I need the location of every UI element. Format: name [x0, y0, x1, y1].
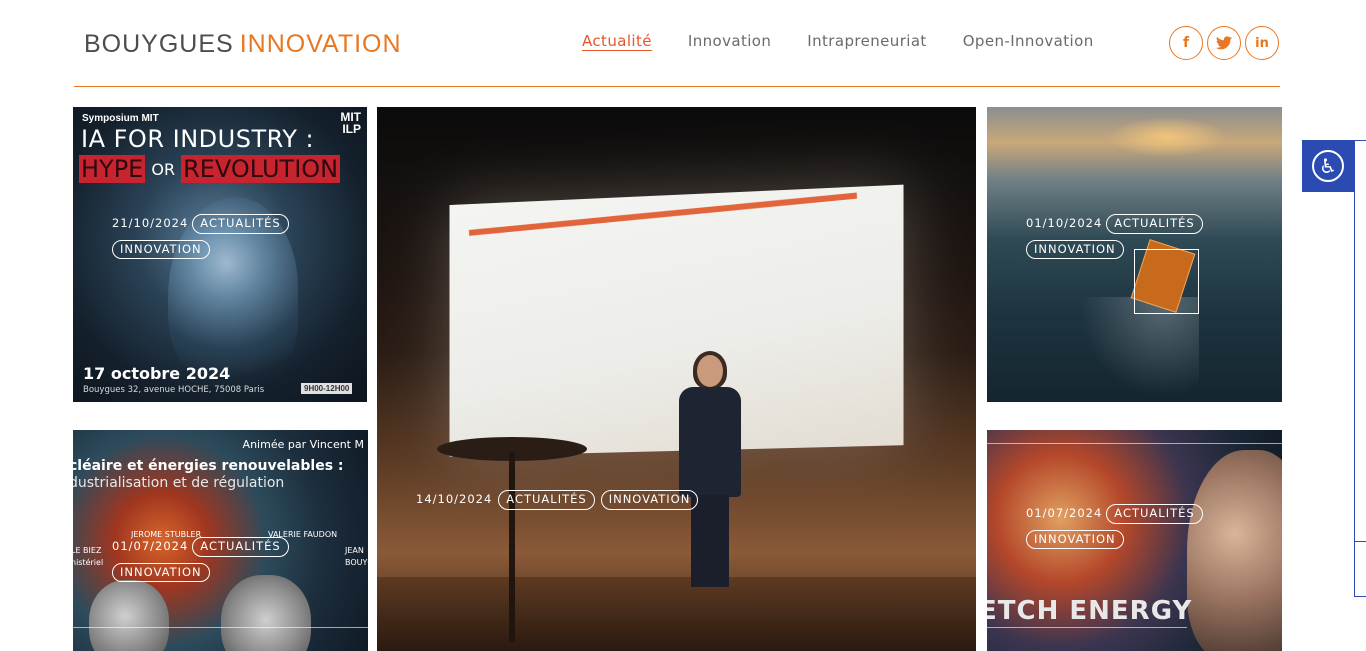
card-meta: 21/10/2024 ACTUALITÉS INNOVATION — [112, 214, 289, 265]
accessibility-panel-edge — [1354, 140, 1355, 597]
twitter-bird-icon — [1216, 36, 1232, 50]
nav-item-intrapreneuriat[interactable]: Intrapreneuriat — [807, 32, 926, 50]
image-title-line2: HYPE OR REVOLUTION — [79, 155, 340, 183]
social-links: f in — [1169, 26, 1279, 60]
article-card-ia-for-industry[interactable]: Symposium MIT MIT ILP IA FOR INDUSTRY : … — [73, 107, 367, 402]
accessibility-button[interactable]: ♿ — [1302, 140, 1354, 192]
tag-innovation[interactable]: INNOVATION — [112, 240, 210, 260]
tag-actualites[interactable]: ACTUALITÉS — [498, 490, 594, 510]
accessibility-icon: ♿ — [1312, 150, 1344, 182]
facebook-icon[interactable]: f — [1169, 26, 1203, 60]
animated-by-text: Animée par Vincent M — [243, 438, 364, 451]
ilp-logo-text: ILP — [340, 123, 361, 135]
image-title-line1: cléaire et énergies renouvelables : — [73, 458, 344, 474]
header-divider — [74, 86, 1280, 87]
card-date: 01/10/2024 — [1026, 218, 1102, 230]
nav-item-actualite[interactable]: Actualité — [582, 32, 652, 50]
revolution-text: REVOLUTION — [181, 155, 340, 183]
card-date: 01/07/2024 — [112, 541, 188, 553]
main-nav: Actualité Innovation Intrapreneuriat Ope… — [582, 32, 1130, 50]
tag-actualites[interactable]: ACTUALITÉS — [1106, 214, 1202, 234]
accessibility-panel-edge-mid — [1354, 541, 1366, 542]
image-title-line2: dustrialisation et de régulation — [73, 475, 284, 491]
energy-title: ETCH ENERGY — [987, 596, 1192, 626]
linkedin-icon[interactable]: in — [1245, 26, 1279, 60]
image-top-line — [987, 443, 1282, 444]
speaker-head — [697, 355, 723, 387]
article-card-ocean-ship[interactable]: 01/10/2024 ACTUALITÉS INNOVATION — [987, 107, 1282, 402]
card-meta: 01/07/2024 ACTUALITÉS INNOVATION — [112, 537, 289, 588]
card-meta: 01/10/2024 ACTUALITÉS INNOVATION — [1026, 214, 1203, 265]
sunset-glow — [1107, 117, 1227, 157]
tag-innovation[interactable]: INNOVATION — [112, 563, 210, 583]
screen-arrow-line — [469, 193, 857, 236]
mit-ilp-logo: MIT ILP — [340, 111, 361, 135]
speaker-photo-1 — [89, 580, 169, 651]
nav-item-innovation[interactable]: Innovation — [688, 32, 771, 50]
twitter-icon[interactable] — [1207, 26, 1241, 60]
tag-innovation[interactable]: INNOVATION — [1026, 530, 1124, 550]
or-text: OR — [151, 160, 175, 179]
hype-text: HYPE — [79, 155, 145, 183]
site-header: BOUYGUES INNOVATION Actualité Innovation… — [0, 0, 1366, 88]
nav-item-open-innovation[interactable]: Open-Innovation — [963, 32, 1094, 50]
bouygues-innovation-logo[interactable]: BOUYGUES INNOVATION — [84, 28, 402, 60]
symposium-label: Symposium MIT — [82, 113, 159, 124]
tag-actualites[interactable]: ACTUALITÉS — [192, 537, 288, 557]
image-divider-line — [73, 627, 368, 628]
card-meta: 14/10/2024 ACTUALITÉS INNOVATION — [416, 490, 698, 516]
accessibility-panel-edge-top — [1354, 140, 1366, 141]
card-date: 01/07/2024 — [1026, 508, 1102, 520]
speaker-role-1: nistériel — [73, 558, 103, 567]
tag-innovation[interactable]: INNOVATION — [601, 490, 699, 510]
tag-innovation[interactable]: INNOVATION — [1026, 240, 1124, 260]
event-hours: 9H00-12H00 — [301, 383, 352, 394]
speaker-name-3: LE BIEZ — [73, 546, 101, 555]
card-date: 21/10/2024 — [112, 218, 188, 230]
article-card-nucleaire-energies[interactable]: Animée par Vincent M cléaire et énergies… — [73, 430, 368, 651]
speaker-name-4: JEAN — [345, 546, 364, 555]
high-table-pole — [509, 452, 515, 642]
article-card-conference[interactable]: 14/10/2024 ACTUALITÉS INNOVATION — [377, 107, 976, 651]
event-date: 17 octobre 2024 — [83, 364, 230, 383]
speaker-role-2: BOUYG — [345, 558, 368, 567]
card-meta: 01/07/2024 ACTUALITÉS INNOVATION — [1026, 504, 1203, 555]
tag-actualites[interactable]: ACTUALITÉS — [1106, 504, 1202, 524]
card-date: 14/10/2024 — [416, 494, 492, 506]
stage-floor — [377, 577, 976, 651]
logo-text-bouygues: BOUYGUES — [84, 30, 234, 59]
image-divider-line — [987, 627, 1187, 628]
logo-text-innovation: INNOVATION — [240, 30, 402, 59]
speaker-body — [679, 387, 741, 497]
image-title-line1: IA FOR INDUSTRY : — [81, 125, 314, 153]
accessibility-panel-edge-bottom — [1354, 596, 1366, 597]
speaker-figure — [671, 355, 751, 587]
event-address: Bouygues 32, avenue HOCHE, 75008 Paris — [83, 385, 264, 395]
tag-actualites[interactable]: ACTUALITÉS — [192, 214, 288, 234]
article-card-deeptech-energy[interactable]: ETCH ENERGY 01/07/2024 ACTUALITÉS INNOVA… — [987, 430, 1282, 651]
